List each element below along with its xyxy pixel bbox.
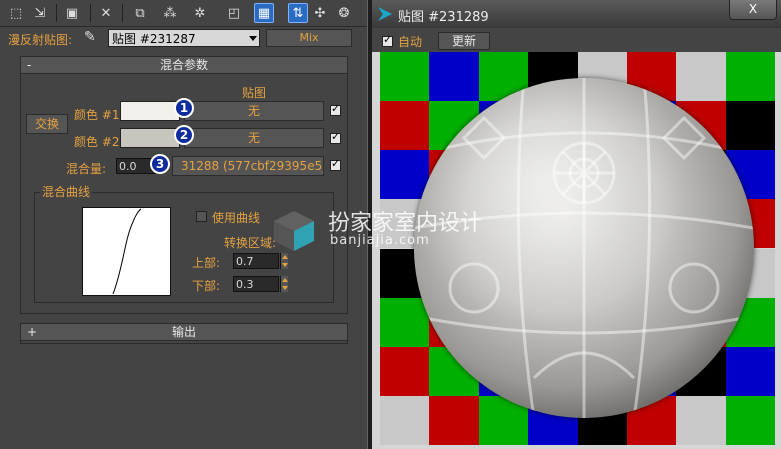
swap-button[interactable]: 交换	[26, 114, 68, 134]
go-forward-icon[interactable]: ✣	[310, 3, 330, 23]
preview-viewport[interactable]	[380, 52, 775, 445]
use-curve-checkbox[interactable]	[196, 211, 207, 222]
chevron-down-icon	[249, 36, 257, 41]
color2-map-checkbox[interactable]	[330, 130, 341, 144]
upper-spinner-input[interactable]: 0.7	[233, 253, 279, 269]
close-button[interactable]: X	[729, 0, 777, 20]
map-type-button[interactable]: Mix	[266, 29, 352, 47]
select-by-material-icon[interactable]: ❂	[334, 3, 354, 23]
app-logo-icon	[378, 7, 392, 21]
color2-label: 颜色 #2	[74, 135, 120, 149]
maps-column-header: 贴图	[242, 86, 267, 100]
material-id-icon[interactable]: ✲	[190, 3, 210, 23]
preview-sphere	[414, 78, 754, 418]
reset-map-icon[interactable]: ✕	[96, 3, 116, 23]
color1-label: 颜色 #1	[74, 108, 120, 122]
assign-material-icon[interactable]: ▣	[62, 3, 82, 23]
mix-curve-line	[112, 208, 142, 295]
lower-spinner-arrows[interactable]	[280, 276, 288, 292]
mix-params-rollout-header[interactable]: - 混合参数	[20, 56, 348, 74]
lace-pattern	[414, 78, 754, 418]
preview-title: 贴图 #231289	[398, 10, 489, 25]
output-rollout-edge	[20, 339, 348, 344]
callout-badge-2: 2	[174, 125, 194, 145]
color2-map-button[interactable]: 无	[184, 128, 324, 148]
collapse-icon: -	[27, 58, 32, 72]
lower-label: 下部:	[192, 279, 221, 293]
color2-swatch[interactable]	[120, 128, 180, 148]
mix-curve-graph	[82, 207, 171, 296]
map-name-value: 贴图 #231287	[112, 32, 196, 46]
color1-swatch[interactable]	[120, 101, 180, 121]
color1-map-checkbox[interactable]	[330, 102, 341, 116]
output-title: 输出	[171, 325, 196, 339]
diffuse-map-label: 漫反射贴图:	[8, 33, 73, 47]
color1-map-button[interactable]: 无	[184, 101, 324, 121]
put-to-scene-icon[interactable]: ⇲	[30, 3, 50, 23]
callout-badge-1: 1	[174, 98, 194, 118]
make-unique-icon[interactable]: ⧉	[130, 3, 150, 23]
callout-badge-3: 3	[150, 154, 170, 174]
use-curve-label: 使用曲线	[212, 211, 261, 225]
auto-checkbox[interactable]	[382, 33, 393, 47]
pick-material-icon[interactable]: ⬚	[6, 3, 26, 23]
expand-icon: +	[27, 325, 38, 339]
watermark-en-text: banjiajia.com	[330, 233, 430, 248]
mix-params-title: 混合参数	[159, 58, 208, 72]
auto-label: 自动	[398, 35, 423, 49]
show-end-result-icon[interactable]: ▦	[254, 3, 274, 23]
transition-zone-label: 转换区域:	[224, 236, 277, 250]
update-button[interactable]: 更新	[438, 32, 490, 50]
watermark-cube-icon	[272, 209, 316, 253]
upper-label: 上部:	[192, 256, 221, 270]
mix-amount-map-button[interactable]: 31288 (577cbf29395e5_.jpg)	[172, 156, 324, 176]
mix-curve-title: 混合曲线	[40, 185, 93, 199]
upper-spinner-arrows[interactable]	[280, 253, 288, 269]
mix-amount-map-checkbox[interactable]	[330, 157, 341, 171]
put-to-library-icon[interactable]: ⁂	[160, 3, 180, 23]
map-row: 漫反射贴图: ✎ 贴图 #231287 Mix	[0, 27, 367, 49]
show-map-icon[interactable]: ◰	[224, 3, 244, 23]
material-toolbar: ⬚ ⇲ ▣ ✕ ⧉ ⁂ ✲ ◰ ▦ ⇅ ✣ ❂	[0, 0, 367, 27]
preview-toolbar: 自动 更新	[372, 28, 781, 52]
go-to-parent-icon[interactable]: ⇅	[288, 3, 308, 23]
lower-spinner-input[interactable]: 0.3	[233, 276, 279, 292]
mix-amount-label: 混合量:	[66, 162, 107, 176]
preview-titlebar[interactable]: 贴图 #231289 X	[372, 0, 781, 28]
map-name-dropdown[interactable]: 贴图 #231287	[108, 29, 260, 47]
eyedropper-icon[interactable]: ✎	[84, 29, 96, 45]
